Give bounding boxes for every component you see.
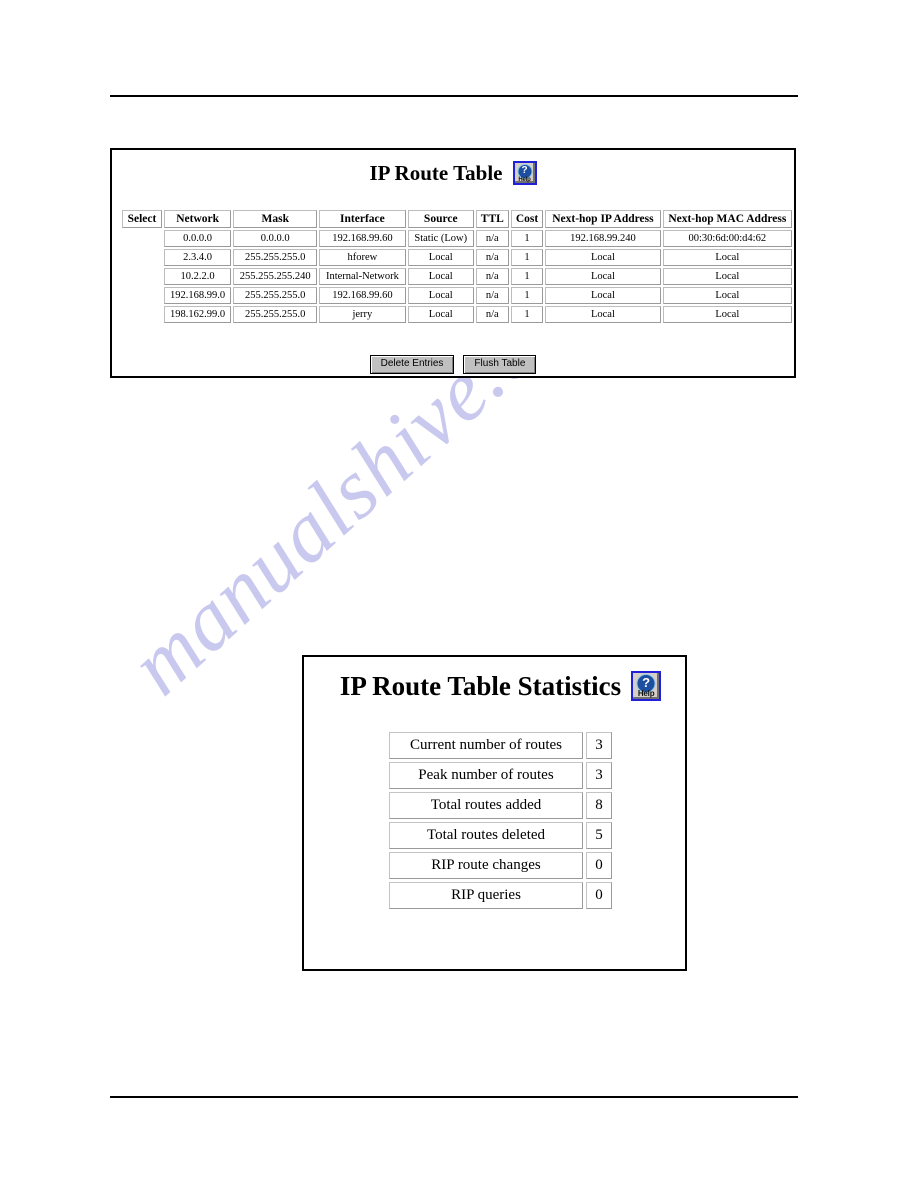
cell-next-hop-mac: Local	[662, 306, 792, 323]
column-header-source: Source	[407, 210, 474, 228]
cell-next-hop-ip: Local	[545, 287, 661, 304]
ip-route-table-panel: IP Route Table ? Help Select Network Mas…	[110, 148, 796, 378]
stat-label-total-routes-added: Total routes added	[389, 792, 583, 819]
table-row[interactable]: 10.2.2.0 255.255.255.240 Internal-Networ…	[122, 268, 792, 285]
cell-interface: hforew	[319, 249, 406, 266]
cell-mask: 255.255.255.0	[233, 249, 318, 266]
route-table-actions: Delete Entries Flush Table	[112, 355, 794, 374]
stat-value-rip-queries: 0	[586, 882, 612, 909]
column-header-network: Network	[163, 210, 232, 228]
stat-row: Total routes deleted 5	[389, 822, 612, 849]
stat-value-total-routes-added: 8	[586, 792, 612, 819]
help-icon[interactable]: ? Help	[512, 161, 537, 185]
cell-source: Static (Low)	[407, 230, 474, 247]
column-header-cost: Cost	[510, 210, 544, 228]
ip-route-statistics-table: Current number of routes 3 Peak number o…	[386, 729, 615, 912]
cell-network: 192.168.99.0	[163, 287, 232, 304]
cell-cost: 1	[510, 249, 544, 266]
cell-cost: 1	[510, 268, 544, 285]
cell-ttl: n/a	[475, 306, 509, 323]
row-select-checkbox[interactable]	[122, 230, 162, 247]
ip-route-table: Select Network Mask Interface Source TTL…	[120, 208, 794, 325]
cell-mask: 0.0.0.0	[233, 230, 318, 247]
page-title-ip-route-table: IP Route Table	[369, 160, 503, 185]
cell-next-hop-mac: 00:30:6d:00:d4:62	[662, 230, 792, 247]
stat-value-current-number-of-routes: 3	[586, 732, 612, 759]
cell-ttl: n/a	[475, 249, 509, 266]
table-row[interactable]: 192.168.99.0 255.255.255.0 192.168.99.60…	[122, 287, 792, 304]
cell-ttl: n/a	[475, 268, 509, 285]
stat-row: RIP route changes 0	[389, 852, 612, 879]
ip-route-table-header: IP Route Table ? Help	[112, 161, 794, 185]
cell-cost: 1	[510, 287, 544, 304]
stat-label-total-routes-deleted: Total routes deleted	[389, 822, 583, 849]
flush-table-button[interactable]: Flush Table	[463, 355, 537, 374]
cell-next-hop-mac: Local	[662, 268, 792, 285]
ip-route-table-statistics-header: IP Route Table Statistics ? Help	[304, 671, 685, 701]
table-row[interactable]: 2.3.4.0 255.255.255.0 hforew Local n/a 1…	[122, 249, 792, 266]
footer-rule	[110, 1096, 798, 1098]
stat-label-rip-route-changes: RIP route changes	[389, 852, 583, 879]
column-header-ttl: TTL	[475, 210, 509, 228]
row-select-checkbox[interactable]	[122, 287, 162, 304]
cell-network: 2.3.4.0	[163, 249, 232, 266]
stat-label-peak-number-of-routes: Peak number of routes	[389, 762, 583, 789]
cell-cost: 1	[510, 230, 544, 247]
stat-label-rip-queries: RIP queries	[389, 882, 583, 909]
cell-network: 0.0.0.0	[163, 230, 232, 247]
stat-row: Current number of routes 3	[389, 732, 612, 759]
help-icon-label: Help	[637, 689, 655, 698]
cell-next-hop-mac: Local	[662, 287, 792, 304]
column-header-next-hop-ip: Next-hop IP Address	[545, 210, 661, 228]
cell-next-hop-ip: 192.168.99.240	[545, 230, 661, 247]
stat-value-rip-route-changes: 0	[586, 852, 612, 879]
cell-source: Local	[407, 306, 474, 323]
cell-source: Local	[407, 249, 474, 266]
header-rule	[110, 95, 798, 97]
table-row[interactable]: 0.0.0.0 0.0.0.0 192.168.99.60 Static (Lo…	[122, 230, 792, 247]
cell-network: 198.162.99.0	[163, 306, 232, 323]
cell-network: 10.2.2.0	[163, 268, 232, 285]
cell-mask: 255.255.255.0	[233, 287, 318, 304]
cell-next-hop-ip: Local	[545, 249, 661, 266]
help-icon[interactable]: ? Help	[631, 671, 662, 701]
stat-value-total-routes-deleted: 5	[586, 822, 612, 849]
cell-interface: Internal-Network	[319, 268, 406, 285]
table-header-row: Select Network Mask Interface Source TTL…	[122, 210, 792, 228]
cell-interface: 192.168.99.60	[319, 287, 406, 304]
cell-ttl: n/a	[475, 230, 509, 247]
stat-row: Peak number of routes 3	[389, 762, 612, 789]
stat-label-current-number-of-routes: Current number of routes	[389, 732, 583, 759]
cell-source: Local	[407, 268, 474, 285]
stat-row: Total routes added 8	[389, 792, 612, 819]
cell-cost: 1	[510, 306, 544, 323]
cell-mask: 255.255.255.0	[233, 306, 318, 323]
cell-source: Local	[407, 287, 474, 304]
cell-next-hop-ip: Local	[545, 306, 661, 323]
stat-value-peak-number-of-routes: 3	[586, 762, 612, 789]
ip-route-table-statistics-panel: IP Route Table Statistics ? Help Current…	[302, 655, 687, 971]
page-title-ip-route-table-statistics: IP Route Table Statistics	[339, 670, 622, 701]
column-header-next-hop-mac: Next-hop MAC Address	[662, 210, 792, 228]
delete-entries-button[interactable]: Delete Entries	[369, 355, 455, 374]
cell-next-hop-ip: Local	[545, 268, 661, 285]
row-select-checkbox[interactable]	[122, 249, 162, 266]
cell-next-hop-mac: Local	[662, 249, 792, 266]
row-select-checkbox[interactable]	[122, 306, 162, 323]
cell-ttl: n/a	[475, 287, 509, 304]
cell-interface: jerry	[319, 306, 406, 323]
column-header-mask: Mask	[233, 210, 318, 228]
row-select-checkbox[interactable]	[122, 268, 162, 285]
column-header-interface: Interface	[319, 210, 406, 228]
stat-row: RIP queries 0	[389, 882, 612, 909]
cell-mask: 255.255.255.240	[233, 268, 318, 285]
table-row[interactable]: 198.162.99.0 255.255.255.0 jerry Local n…	[122, 306, 792, 323]
column-header-select: Select	[122, 210, 162, 228]
cell-interface: 192.168.99.60	[319, 230, 406, 247]
help-icon-label: Help	[518, 177, 531, 183]
